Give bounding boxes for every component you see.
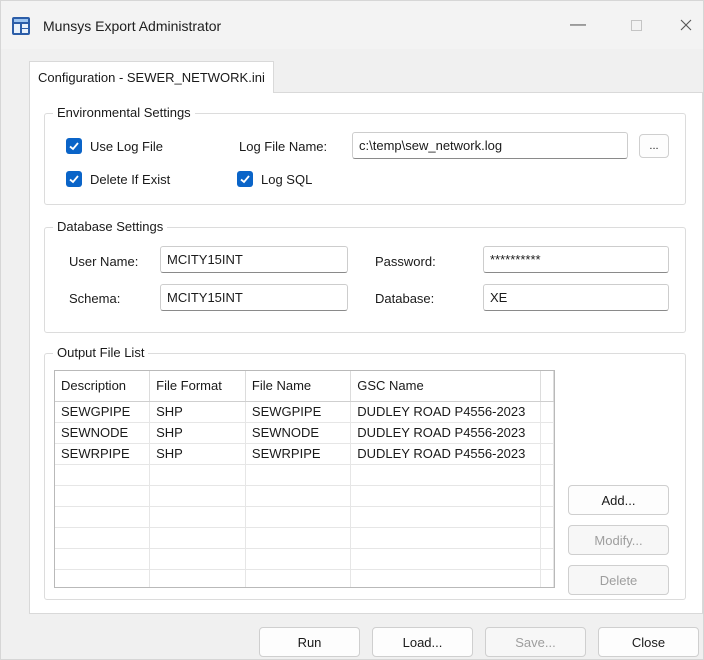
log-file-name-label: Log File Name: — [239, 139, 328, 154]
cell-description: SEWRPIPE — [55, 443, 151, 465]
empty-row — [55, 485, 554, 507]
cell-file-format: SHP — [149, 401, 246, 423]
log-sql-label: Log SQL — [261, 171, 313, 187]
app-window: Munsys Export Administrator — Configurat… — [0, 0, 704, 660]
window-title: Munsys Export Administrator — [43, 18, 222, 34]
save-button[interactable]: Save... — [485, 627, 586, 657]
output-file-table[interactable]: Description File Format File Name GSC Na… — [54, 370, 555, 588]
delete-if-exist-label: Delete If Exist — [90, 171, 171, 187]
schema-input[interactable]: MCITY15INT — [160, 284, 348, 311]
column-header-file-name[interactable]: File Name — [245, 371, 352, 402]
cell-file-format: SHP — [149, 443, 246, 465]
minimize-icon: — — [570, 16, 586, 33]
close-icon — [680, 19, 692, 31]
table-row[interactable]: SEWNODE SHP SEWNODE DUDLEY ROAD P4556-20… — [55, 422, 554, 444]
use-log-file-label: Use Log File — [90, 138, 163, 154]
minimize-button[interactable]: — — [563, 11, 593, 39]
database-settings-legend: Database Settings — [53, 219, 168, 234]
cell-filler — [540, 443, 554, 465]
maximize-button[interactable] — [621, 11, 651, 39]
cell-gsc-name: DUDLEY ROAD P4556-2023 — [350, 422, 541, 444]
delete-if-exist-checkbox[interactable]: Delete If Exist — [66, 171, 170, 187]
log-file-name-input[interactable]: c:\temp\sew_network.log — [352, 132, 628, 159]
environmental-settings-group: Environmental Settings — [44, 105, 686, 205]
user-name-input[interactable]: MCITY15INT — [160, 246, 348, 273]
cell-filler — [540, 422, 554, 444]
use-log-file-checkbox[interactable]: Use Log File — [66, 138, 163, 154]
password-label: Password: — [375, 254, 436, 269]
check-icon — [237, 171, 253, 187]
column-header-gsc-name[interactable]: GSC Name — [350, 371, 541, 402]
column-header-filler — [540, 371, 554, 402]
column-header-description[interactable]: Description — [55, 371, 151, 402]
tab-configuration[interactable]: Configuration - SEWER_NETWORK.ini — [29, 61, 274, 93]
database-label: Database: — [375, 291, 435, 306]
check-icon — [66, 171, 82, 187]
password-input[interactable]: ********** — [483, 246, 669, 273]
empty-row — [55, 464, 554, 486]
cell-file-name: SEWNODE — [245, 422, 352, 444]
column-header-file-format[interactable]: File Format — [149, 371, 246, 402]
empty-row — [55, 548, 554, 570]
table-row[interactable]: SEWRPIPE SHP SEWRPIPE DUDLEY ROAD P4556-… — [55, 443, 554, 465]
delete-button[interactable]: Delete — [568, 565, 669, 595]
modify-button[interactable]: Modify... — [568, 525, 669, 555]
empty-row — [55, 506, 554, 528]
cell-description: SEWGPIPE — [55, 401, 151, 423]
browse-button[interactable]: ... — [639, 134, 669, 158]
cell-gsc-name: DUDLEY ROAD P4556-2023 — [350, 401, 541, 423]
close-window-button[interactable] — [671, 11, 701, 39]
cell-file-name: SEWRPIPE — [245, 443, 352, 465]
empty-row — [55, 569, 554, 587]
load-button[interactable]: Load... — [372, 627, 473, 657]
environmental-settings-legend: Environmental Settings — [53, 105, 195, 120]
user-name-label: User Name: — [69, 254, 139, 269]
add-button[interactable]: Add... — [568, 485, 669, 515]
maximize-icon — [630, 19, 642, 31]
cell-gsc-name: DUDLEY ROAD P4556-2023 — [350, 443, 541, 465]
table-header-row: Description File Format File Name GSC Na… — [55, 371, 554, 402]
log-sql-checkbox[interactable]: Log SQL — [237, 171, 312, 187]
app-window-icon — [12, 17, 30, 35]
close-button[interactable]: Close — [598, 627, 699, 657]
check-icon — [66, 138, 82, 154]
cell-file-name: SEWGPIPE — [245, 401, 352, 423]
cell-description: SEWNODE — [55, 422, 151, 444]
database-input[interactable]: XE — [483, 284, 669, 311]
empty-row — [55, 527, 554, 549]
cell-filler — [540, 401, 554, 423]
output-file-list-legend: Output File List — [53, 345, 149, 360]
schema-label: Schema: — [69, 291, 121, 306]
cell-file-format: SHP — [149, 422, 246, 444]
database-settings-group: Database Settings — [44, 219, 686, 333]
title-bar[interactable]: Munsys Export Administrator — — [1, 1, 703, 49]
run-button[interactable]: Run — [259, 627, 360, 657]
table-row[interactable]: SEWGPIPE SHP SEWGPIPE DUDLEY ROAD P4556-… — [55, 401, 554, 423]
